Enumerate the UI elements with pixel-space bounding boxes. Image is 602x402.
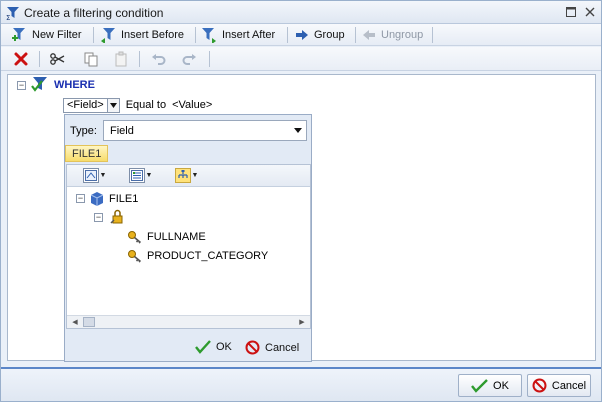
insert-before-label: Insert Before — [121, 29, 184, 41]
edit-toolbar — [1, 47, 601, 71]
tree-node-field[interactable]: FULLNAME — [127, 229, 206, 245]
field-node-label: FULLNAME — [147, 231, 206, 243]
toolbar-divider — [139, 51, 140, 67]
toolbar-divider — [432, 27, 433, 43]
field-node-label: PRODUCT_CATEGORY — [147, 250, 269, 262]
ok-label: OK — [493, 379, 509, 392]
maximize-icon[interactable] — [565, 6, 577, 18]
condition-row: <Field> Equal to <Value> — [63, 97, 212, 113]
cancel-icon — [532, 378, 547, 393]
dialog-window: Σ Create a filtering condition New Filte… — [0, 0, 602, 402]
insert-after-label: Insert After — [222, 29, 276, 41]
popup-ok-button[interactable]: OK — [195, 340, 232, 354]
insert-before-button[interactable]: Insert Before — [100, 26, 184, 44]
toolbar-divider — [93, 27, 94, 43]
undo-icon[interactable] — [151, 51, 167, 67]
scroll-right-icon[interactable]: ▶ — [296, 316, 308, 328]
filter-app-icon: Σ — [6, 5, 22, 22]
group-button[interactable]: Group — [295, 26, 345, 44]
new-filter-label: New Filter — [32, 29, 82, 41]
insert-after-button[interactable]: Insert After — [201, 26, 275, 44]
type-select[interactable]: Field — [103, 120, 307, 141]
collapse-file1-toggle[interactable]: − — [76, 194, 85, 203]
title-bar: Σ Create a filtering condition — [1, 1, 601, 24]
field-tree-panel: ▼ ▼ ▼ − FILE1 − FULLNAME PRODUCT_CATEGOR… — [66, 164, 311, 329]
scroll-thumb[interactable] — [83, 317, 95, 327]
toolbar-divider — [355, 27, 356, 43]
list-view-icon — [129, 168, 145, 183]
checkmark-icon — [195, 340, 211, 354]
key-segment-icon — [110, 209, 123, 224]
toolbar-divider — [209, 51, 210, 67]
where-filter-icon — [31, 76, 49, 97]
cancel-icon — [245, 340, 260, 355]
field-selector[interactable]: <Field> — [63, 97, 108, 113]
new-filter-icon — [12, 28, 25, 41]
database-cube-icon — [90, 192, 104, 206]
ok-button[interactable]: OK — [458, 374, 522, 397]
new-filter-button[interactable]: New Filter — [11, 26, 82, 44]
insert-after-icon — [202, 28, 216, 43]
tree-node-file1[interactable]: FILE1 — [89, 191, 138, 207]
checkmark-icon — [471, 378, 488, 393]
group-arrow-icon — [296, 30, 308, 40]
tree-node-segment[interactable] — [109, 209, 129, 225]
tree-node-field[interactable]: PRODUCT_CATEGORY — [127, 248, 268, 264]
file1-node-label: FILE1 — [109, 193, 139, 205]
delete-icon[interactable] — [13, 51, 29, 67]
cancel-button[interactable]: Cancel — [527, 374, 591, 397]
toolbar-divider — [39, 51, 40, 67]
collapse-segment-toggle[interactable]: − — [94, 213, 103, 222]
hierarchy-view-button[interactable]: ▼ — [175, 167, 199, 184]
hierarchy-view-icon — [175, 168, 191, 183]
type-dropdown-arrow-icon[interactable] — [290, 121, 306, 140]
filter-editor-area: − WHERE <Field> Equal to <Value> Type: F… — [7, 74, 596, 362]
where-label: WHERE — [54, 79, 95, 91]
toolbar-divider — [287, 27, 288, 43]
chevron-down-icon[interactable]: ▼ — [145, 168, 153, 183]
copy-icon[interactable] — [83, 51, 99, 67]
type-select-value: Field — [110, 124, 134, 137]
tree-toolbar: ▼ ▼ ▼ — [67, 165, 310, 187]
field-chooser-popup: Type: Field FILE1 ▼ ▼ ▼ − FILE1 − FULLNA… — [64, 114, 312, 362]
popup-cancel-label: Cancel — [265, 341, 300, 354]
source-tab-file1[interactable]: FILE1 — [65, 145, 109, 162]
chevron-down-icon[interactable]: ▼ — [99, 168, 107, 183]
paste-icon[interactable] — [113, 51, 129, 67]
svg-text:Σ: Σ — [6, 14, 10, 21]
cancel-label: Cancel — [551, 379, 587, 392]
scroll-left-icon[interactable]: ◀ — [69, 316, 81, 328]
popup-cancel-button[interactable]: Cancel — [245, 340, 299, 355]
cut-icon[interactable] — [49, 51, 65, 67]
view-mode-button[interactable]: ▼ — [83, 167, 107, 184]
key-field-icon — [128, 231, 142, 244]
ungroup-arrow-icon — [363, 30, 375, 40]
view-mode-icon — [83, 168, 99, 183]
window-title: Create a filtering condition — [24, 6, 164, 20]
horizontal-scrollbar[interactable]: ◀ ▶ — [67, 315, 310, 328]
type-label: Type: — [70, 125, 97, 137]
ungroup-label: Ungroup — [381, 29, 424, 41]
key-field-icon — [128, 250, 142, 263]
primary-toolbar: New Filter Insert Before Insert After Gr… — [1, 24, 601, 46]
operator-label[interactable]: Equal to — [126, 99, 166, 111]
dialog-footer: OK Cancel — [1, 367, 601, 401]
insert-before-icon — [101, 28, 115, 43]
chevron-down-icon[interactable]: ▼ — [191, 168, 199, 183]
close-icon[interactable] — [584, 6, 596, 18]
list-view-button[interactable]: ▼ — [129, 167, 153, 184]
value-placeholder[interactable]: <Value> — [172, 99, 212, 111]
popup-ok-label: OK — [216, 341, 232, 353]
redo-icon[interactable] — [181, 51, 197, 67]
popup-footer: OK Cancel — [65, 337, 311, 359]
field-dropdown-arrow-icon[interactable] — [107, 97, 120, 113]
toolbar-divider — [195, 27, 196, 43]
collapse-where-toggle[interactable]: − — [17, 81, 26, 90]
ungroup-button[interactable]: Ungroup — [362, 26, 423, 44]
group-label: Group — [314, 29, 345, 41]
